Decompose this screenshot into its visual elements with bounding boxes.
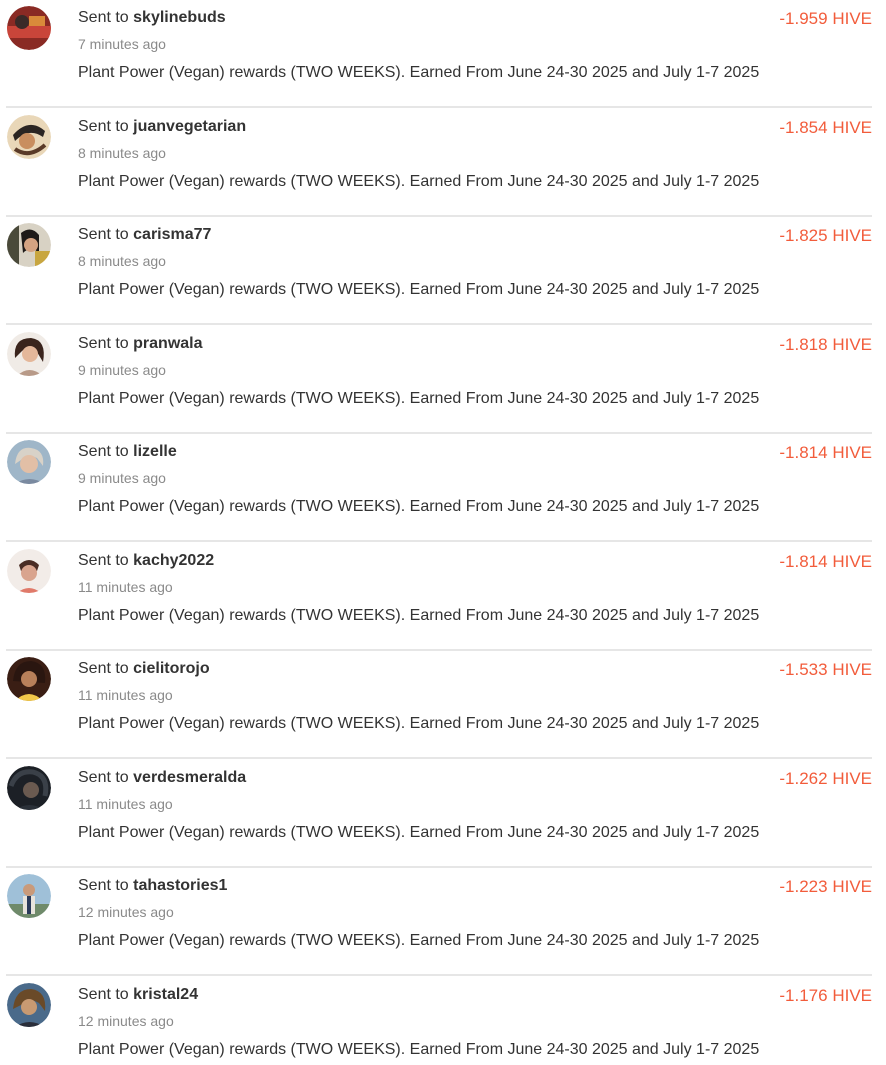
recipient-link[interactable]: kachy2022 xyxy=(133,552,214,569)
transfer-amount: -1.814 HIVE xyxy=(779,443,872,462)
sent-to-label: Sent to cielitorojo xyxy=(78,659,210,679)
recipient-link[interactable]: kristal24 xyxy=(133,986,198,1003)
user-avatar-icon[interactable] xyxy=(7,6,51,50)
transaction-row: Sent to kristal24 12 minutes ago Plant P… xyxy=(0,977,872,1065)
timestamp[interactable]: 11 minutes ago xyxy=(78,686,173,704)
user-avatar-icon[interactable] xyxy=(7,331,51,376)
sent-to-prefix: Sent to xyxy=(78,334,134,352)
user-avatar-icon[interactable] xyxy=(7,114,51,159)
transfer-memo: Plant Power (Vegan) rewards (TWO WEEKS).… xyxy=(78,389,760,407)
sent-to-label: Sent to tahastories1 xyxy=(78,876,227,896)
transfer-memo: Plant Power (Vegan) rewards (TWO WEEKS).… xyxy=(78,172,760,190)
transaction-row: Sent to juanvegetarian 8 minutes ago Pla… xyxy=(0,109,872,217)
transfer-memo: Plant Power (Vegan) rewards (TWO WEEKS).… xyxy=(78,715,760,732)
timestamp[interactable]: 11 minutes ago xyxy=(78,795,173,813)
transaction-row: Sent to kachy2022 11 minutes ago Plant P… xyxy=(0,543,872,651)
timestamp[interactable]: 12 minutes ago xyxy=(78,903,174,921)
user-avatar-icon[interactable] xyxy=(7,765,51,810)
user-avatar-icon[interactable] xyxy=(7,982,51,1027)
transfer-amount: -1.176 HIVE xyxy=(779,985,872,1005)
transfer-memo: Plant Power (Vegan) rewards (TWO WEEKS).… xyxy=(78,64,760,81)
transaction-history-list: Sent to skylinebuds 7 minutes ago Plant … xyxy=(0,0,886,1065)
user-avatar-icon[interactable] xyxy=(7,223,51,267)
timestamp[interactable]: 8 minutes ago xyxy=(78,252,166,270)
user-avatar-icon[interactable] xyxy=(7,440,51,484)
sent-to-label: Sent to verdesmeralda xyxy=(78,768,246,788)
recipient-link[interactable]: lizelle xyxy=(133,443,177,460)
transaction-row: Sent to cielitorojo 11 minutes ago Plant… xyxy=(0,651,872,759)
timestamp[interactable]: 7 minutes ago xyxy=(78,35,166,53)
sent-to-label: Sent to lizelle xyxy=(78,442,177,462)
recipient-link[interactable]: cielitorojo xyxy=(133,660,209,677)
sent-to-prefix: Sent to xyxy=(78,660,134,677)
recipient-link[interactable]: pranwala xyxy=(133,335,202,352)
timestamp[interactable]: 9 minutes ago xyxy=(78,361,166,379)
transaction-row: Sent to skylinebuds 7 minutes ago Plant … xyxy=(0,0,872,108)
sent-to-prefix: Sent to xyxy=(78,443,134,460)
transaction-row: Sent to tahastories1 12 minutes ago Plan… xyxy=(0,868,872,976)
sent-to-prefix: Sent to xyxy=(78,768,134,786)
transfer-amount: -1.262 HIVE xyxy=(779,768,872,788)
transaction-row: Sent to verdesmeralda 11 minutes ago Pla… xyxy=(0,760,872,868)
transfer-amount: -1.825 HIVE xyxy=(779,226,872,245)
transaction-row: Sent to carisma77 8 minutes ago Plant Po… xyxy=(0,217,872,325)
transfer-memo: Plant Power (Vegan) rewards (TWO WEEKS).… xyxy=(78,281,760,298)
recipient-link[interactable]: skylinebuds xyxy=(133,9,225,26)
transfer-memo: Plant Power (Vegan) rewards (TWO WEEKS).… xyxy=(78,932,760,949)
recipient-link[interactable]: juanvegetarian xyxy=(133,118,246,135)
transaction-row: Sent to pranwala 9 minutes ago Plant Pow… xyxy=(0,326,872,434)
user-avatar-icon[interactable] xyxy=(7,874,51,918)
timestamp[interactable]: 12 minutes ago xyxy=(78,1012,174,1030)
transfer-memo: Plant Power (Vegan) rewards (TWO WEEKS).… xyxy=(78,606,760,624)
timestamp[interactable]: 11 minutes ago xyxy=(78,578,173,596)
recipient-link[interactable]: tahastories1 xyxy=(133,877,227,894)
transfer-amount: -1.814 HIVE xyxy=(779,551,872,571)
transfer-amount: -1.818 HIVE xyxy=(779,334,872,354)
sent-to-prefix: Sent to xyxy=(78,117,134,135)
sent-to-prefix: Sent to xyxy=(78,226,134,243)
transfer-amount: -1.854 HIVE xyxy=(779,117,872,137)
transfer-memo: Plant Power (Vegan) rewards (TWO WEEKS).… xyxy=(78,1040,760,1058)
sent-to-label: Sent to skylinebuds xyxy=(78,8,226,28)
sent-to-prefix: Sent to xyxy=(78,985,134,1003)
timestamp[interactable]: 9 minutes ago xyxy=(78,469,166,487)
sent-to-prefix: Sent to xyxy=(78,551,134,569)
recipient-link[interactable]: carisma77 xyxy=(133,226,211,243)
sent-to-label: Sent to carisma77 xyxy=(78,225,211,245)
transfer-memo: Plant Power (Vegan) rewards (TWO WEEKS).… xyxy=(78,823,760,841)
user-avatar-icon[interactable] xyxy=(7,548,51,593)
transfer-amount: -1.959 HIVE xyxy=(779,9,872,28)
sent-to-prefix: Sent to xyxy=(78,877,134,894)
sent-to-label: Sent to kristal24 xyxy=(78,985,198,1005)
transfer-amount: -1.533 HIVE xyxy=(779,660,872,679)
sent-to-label: Sent to kachy2022 xyxy=(78,551,214,571)
transfer-memo: Plant Power (Vegan) rewards (TWO WEEKS).… xyxy=(78,498,760,515)
transaction-row: Sent to lizelle 9 minutes ago Plant Powe… xyxy=(0,434,872,542)
sent-to-label: Sent to juanvegetarian xyxy=(78,117,246,137)
sent-to-label: Sent to pranwala xyxy=(78,334,203,354)
user-avatar-icon[interactable] xyxy=(7,657,51,701)
timestamp[interactable]: 8 minutes ago xyxy=(78,144,166,162)
transfer-amount: -1.223 HIVE xyxy=(779,877,872,896)
sent-to-prefix: Sent to xyxy=(78,9,134,26)
recipient-link[interactable]: verdesmeralda xyxy=(133,769,246,786)
